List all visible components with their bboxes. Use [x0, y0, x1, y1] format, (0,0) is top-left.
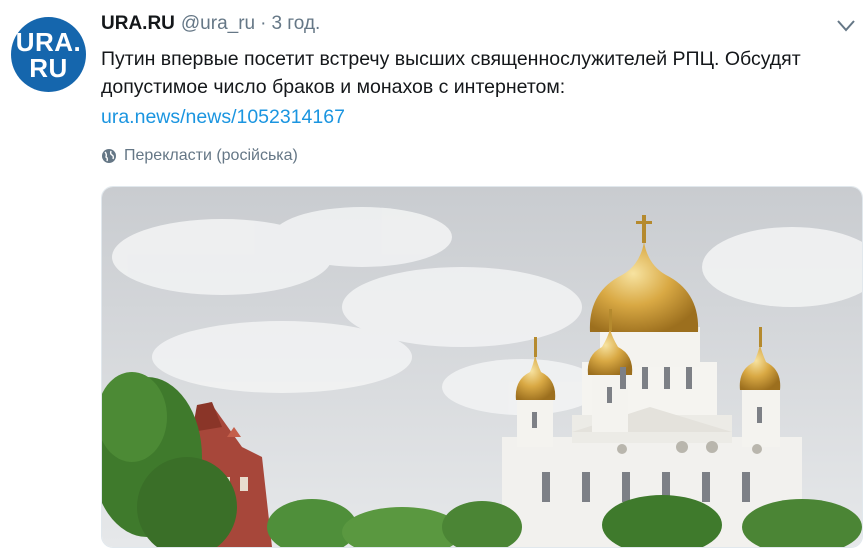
translate-label: Перекласти (російська)	[124, 147, 298, 164]
avatar-line-2: RU	[29, 52, 68, 83]
avatar-line-1: URA.	[15, 26, 82, 57]
tweet-text: Путин впервые посетит встречу высших свя…	[101, 48, 801, 98]
author-handle[interactable]: @ura_ru	[181, 13, 255, 35]
globe-icon	[102, 149, 116, 163]
tweet-media-image[interactable]	[101, 186, 863, 548]
tweet-header: URA.RU @ura_ru · 3 год.	[101, 13, 320, 39]
tweet-link[interactable]: ura.news/news/1052314167	[101, 103, 345, 131]
chevron-down-icon[interactable]	[836, 18, 856, 34]
avatar[interactable]: URA. RU	[11, 17, 86, 92]
tweet-timestamp[interactable]: 3 год.	[271, 13, 320, 35]
author-name[interactable]: URA.RU	[101, 13, 175, 35]
translate-button[interactable]: Перекласти (російська)	[101, 147, 298, 165]
header-separator: ·	[260, 13, 267, 34]
